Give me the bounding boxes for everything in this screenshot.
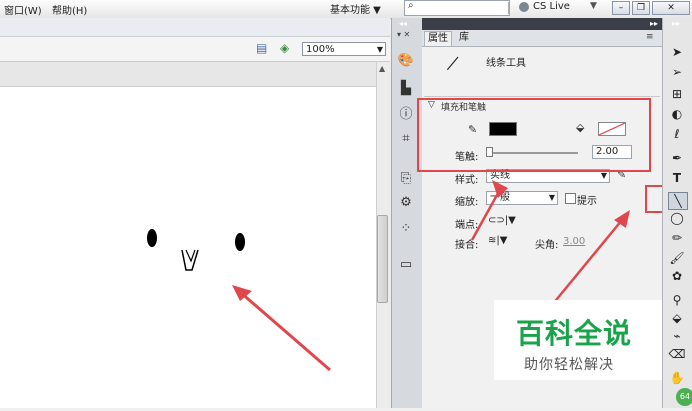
- eyedropper-tool-icon[interactable]: ⌁: [668, 328, 686, 344]
- close-button[interactable]: ✕: [652, 1, 690, 15]
- edit-symbols-icon[interactable]: ▤: [256, 41, 267, 55]
- free-transform-tool-icon[interactable]: ⊞: [668, 86, 686, 102]
- pasteboard: [0, 62, 390, 87]
- components-panel-icon[interactable]: ⚙: [397, 194, 415, 212]
- zoom-value: 100%: [306, 44, 335, 55]
- watermark: 百科全说 助你轻松解决: [494, 300, 662, 380]
- stage-canvas[interactable]: [0, 87, 376, 408]
- collapse-icon[interactable]: ◂◂: [399, 19, 407, 28]
- rectangle-tool-icon[interactable]: ◯: [668, 210, 686, 226]
- pencil-tool-icon[interactable]: ✏: [668, 230, 686, 246]
- left-eye: [147, 229, 157, 247]
- lasso-tool-icon[interactable]: ℓ: [668, 126, 686, 142]
- align-panel-icon[interactable]: ▙: [397, 80, 415, 98]
- info-panel-icon[interactable]: ⓘ: [397, 106, 415, 124]
- badge-icon: 64: [676, 388, 692, 406]
- pen-tool-icon[interactable]: ✒: [668, 150, 686, 166]
- edit-scene-icon[interactable]: ◈: [280, 41, 289, 55]
- menu-window[interactable]: 窗口(W): [4, 2, 42, 17]
- zoom-select[interactable]: 100% ▼: [302, 42, 386, 56]
- selection-tool-icon[interactable]: ➤: [668, 44, 686, 60]
- bone-tool-icon[interactable]: ⚲: [668, 292, 686, 308]
- chevron-down-icon: ▼: [376, 45, 383, 54]
- motion-panel-icon[interactable]: ▭: [397, 256, 415, 274]
- annotation-arrow: [239, 290, 331, 372]
- watermark-subtitle: 助你轻松解决: [524, 357, 614, 373]
- transform-panel-icon[interactable]: ⌗: [397, 130, 415, 148]
- menu-separator: [508, 2, 509, 14]
- swatches-panel-icon[interactable]: ⁘: [397, 220, 415, 238]
- 3d-rotation-tool-icon[interactable]: ◐: [668, 106, 686, 122]
- document-tab-strip: [0, 18, 390, 37]
- restore-button[interactable]: ❐: [632, 1, 650, 15]
- dock-menu-icon[interactable]: ▾ ✕: [397, 30, 410, 39]
- hand-tool-icon[interactable]: ✋: [668, 370, 686, 386]
- highlight-fill-stroke: [417, 98, 651, 172]
- brush-tool-icon[interactable]: 🖌: [668, 250, 686, 266]
- scroll-up-icon[interactable]: ▲: [379, 64, 385, 73]
- divider: [424, 96, 660, 97]
- history-panel-icon[interactable]: ⎘: [397, 170, 415, 188]
- workspace-switcher[interactable]: 基本功能 ▼: [330, 1, 381, 16]
- cslive-icon: [519, 2, 529, 12]
- search-input[interactable]: ⌕: [404, 0, 510, 16]
- annotation-arrows: [470, 180, 630, 306]
- search-icon: ⌕: [408, 0, 414, 11]
- panel-dock: [391, 18, 423, 408]
- expand-icon[interactable]: ▸▸: [650, 19, 658, 28]
- tool-name: 线条工具: [486, 58, 526, 69]
- watermark-title: 百科全说: [516, 317, 633, 350]
- panel-header: [422, 18, 662, 30]
- panel-menu-icon[interactable]: ≡: [646, 32, 654, 42]
- subselection-tool-icon[interactable]: ➢: [668, 64, 686, 80]
- right-eye: [235, 233, 245, 251]
- cslive-button[interactable]: CS Live: [533, 1, 570, 12]
- tab-library[interactable]: 库: [456, 31, 472, 45]
- chevron-down-icon[interactable]: ▼: [590, 1, 597, 11]
- paint-bucket-tool-icon[interactable]: ⬙: [668, 310, 686, 326]
- line-tool-button[interactable]: ╲: [668, 192, 688, 210]
- scrollbar-thumb[interactable]: [377, 215, 388, 303]
- text-tool-icon[interactable]: T: [668, 170, 686, 186]
- tab-properties[interactable]: 属性: [424, 31, 452, 46]
- eraser-tool-icon[interactable]: ⌫: [668, 346, 686, 362]
- tools-expand-icon[interactable]: ▸▸: [672, 19, 680, 28]
- menu-help[interactable]: 帮助(H): [52, 2, 87, 17]
- minimize-button[interactable]: –: [612, 1, 630, 15]
- tongue: [185, 249, 196, 263]
- color-panel-icon[interactable]: 🎨: [397, 52, 415, 70]
- deco-tool-icon[interactable]: ✿: [668, 268, 686, 284]
- drawing-face: [147, 229, 331, 372]
